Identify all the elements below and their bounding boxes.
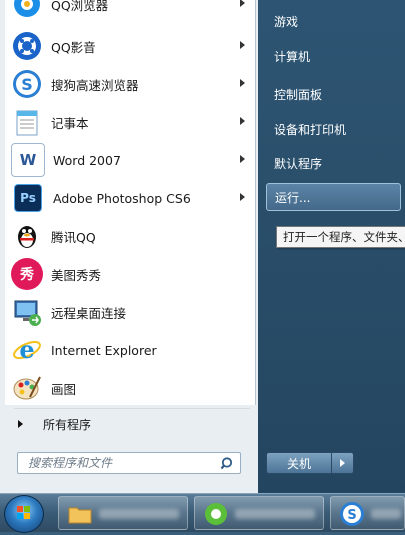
windows-logo-icon	[17, 506, 30, 519]
meitu-icon: 秀	[11, 258, 43, 290]
separator	[14, 408, 250, 409]
program-label: QQ影音	[51, 39, 96, 55]
program-item-sogou-browser[interactable]: S 搜狗高速浏览器	[5, 65, 255, 103]
search-input[interactable]	[18, 453, 223, 473]
photoshop-icon-letters: Ps	[20, 191, 36, 205]
right-item-computer[interactable]: 计算机	[266, 42, 401, 70]
word-icon-letter: W	[19, 151, 37, 169]
program-item-internet-explorer[interactable]: e Internet Explorer	[5, 331, 255, 369]
start-orb-button[interactable]	[4, 495, 44, 533]
program-item-paint[interactable]: 画图	[5, 369, 255, 407]
svg-text:S: S	[347, 508, 356, 523]
program-item-qq-browser[interactable]: QQ浏览器	[5, 0, 255, 23]
start-menu-left-pane: QQ浏览器 QQ影音 S 搜狗高速浏览器 记事本 W Word 2007 Ps …	[0, 0, 258, 493]
right-item-devices-printers[interactable]: 设备和打印机	[266, 115, 401, 143]
right-item-run[interactable]: 运行...	[266, 183, 401, 211]
taskbar-button-sogou[interactable]: S	[330, 496, 405, 530]
submenu-arrow-icon[interactable]	[240, 79, 245, 87]
word-icon: W	[11, 143, 45, 177]
qq-penguin-icon	[11, 220, 43, 252]
submenu-arrow-icon[interactable]	[240, 41, 245, 49]
program-item-photoshop[interactable]: Ps Adobe Photoshop CS6	[5, 179, 255, 217]
right-item-default-programs[interactable]: 默认程序	[266, 149, 401, 177]
program-label: Word 2007	[53, 152, 121, 168]
submenu-arrow-icon[interactable]	[240, 193, 245, 201]
chevron-right-icon	[340, 459, 345, 467]
submenu-arrow-icon[interactable]	[240, 0, 245, 7]
qq-player-icon	[11, 30, 43, 62]
all-programs-label: 所有程序	[43, 417, 92, 432]
remote-desktop-icon	[11, 296, 43, 328]
taskbar-button-label-blurred	[235, 509, 315, 519]
program-label: 腾讯QQ	[51, 229, 96, 245]
right-item-games[interactable]: 游戏	[266, 7, 401, 35]
search-box[interactable]	[17, 452, 241, 474]
taskbar: S	[0, 493, 405, 533]
program-label: 远程桌面连接	[51, 305, 127, 321]
right-item-label: 游戏	[274, 14, 299, 29]
qq-browser-icon	[11, 0, 43, 20]
right-item-label: 计算机	[274, 49, 311, 64]
shutdown-options-button[interactable]	[332, 452, 354, 474]
shutdown-button[interactable]: 关机	[266, 452, 332, 474]
all-programs-button[interactable]: 所有程序	[5, 412, 255, 436]
program-label: Internet Explorer	[51, 342, 157, 358]
svg-text:S: S	[21, 75, 33, 94]
expand-arrow-icon	[18, 420, 23, 428]
program-item-word[interactable]: W Word 2007	[5, 141, 255, 179]
internet-explorer-icon: e	[11, 334, 43, 366]
notepad-icon	[11, 106, 43, 138]
program-label: 记事本	[51, 115, 89, 131]
ie-icon-letter: e	[19, 335, 34, 364]
folder-icon	[68, 507, 92, 524]
taskbar-button-label-blurred	[371, 509, 401, 519]
program-item-meitu[interactable]: 秀 美图秀秀	[5, 255, 255, 293]
sogou-browser-icon: S	[340, 502, 364, 526]
run-tooltip: 打开一个程序、文件夹、	[276, 226, 405, 248]
program-label: QQ浏览器	[51, 0, 109, 13]
taskbar-button-label-blurred	[99, 509, 179, 519]
taskbar-button-browser[interactable]	[194, 496, 324, 530]
tooltip-text: 打开一个程序、文件夹、	[283, 230, 405, 244]
right-item-control-panel[interactable]: 控制面板	[266, 80, 401, 108]
taskbar-button-folder[interactable]	[58, 496, 188, 530]
program-item-notepad[interactable]: 记事本	[5, 103, 255, 141]
submenu-arrow-icon[interactable]	[240, 155, 245, 163]
pinned-program-list: QQ浏览器 QQ影音 S 搜狗高速浏览器 记事本 W Word 2007 Ps …	[5, 0, 256, 405]
program-label: Adobe Photoshop CS6	[53, 190, 191, 206]
green-browser-icon	[205, 503, 227, 525]
program-label: 美图秀秀	[51, 267, 102, 283]
search-icon[interactable]	[220, 456, 236, 472]
sogou-browser-icon: S	[11, 68, 43, 100]
paint-icon	[11, 372, 43, 404]
right-item-label: 设备和打印机	[274, 122, 347, 137]
submenu-arrow-icon[interactable]	[240, 117, 245, 125]
program-item-remote-desktop[interactable]: 远程桌面连接	[5, 293, 255, 331]
program-item-tencent-qq[interactable]: 腾讯QQ	[5, 217, 255, 255]
meitu-icon-letter: 秀	[20, 267, 34, 283]
right-item-label: 控制面板	[274, 87, 323, 102]
program-label: 搜狗高速浏览器	[51, 77, 139, 93]
shutdown-label: 关机	[286, 456, 311, 471]
right-item-label: 默认程序	[274, 156, 323, 171]
right-item-label: 运行...	[275, 190, 311, 205]
program-item-qq-player[interactable]: QQ影音	[5, 27, 255, 65]
photoshop-icon: Ps	[14, 184, 42, 212]
program-label: 画图	[51, 381, 77, 397]
